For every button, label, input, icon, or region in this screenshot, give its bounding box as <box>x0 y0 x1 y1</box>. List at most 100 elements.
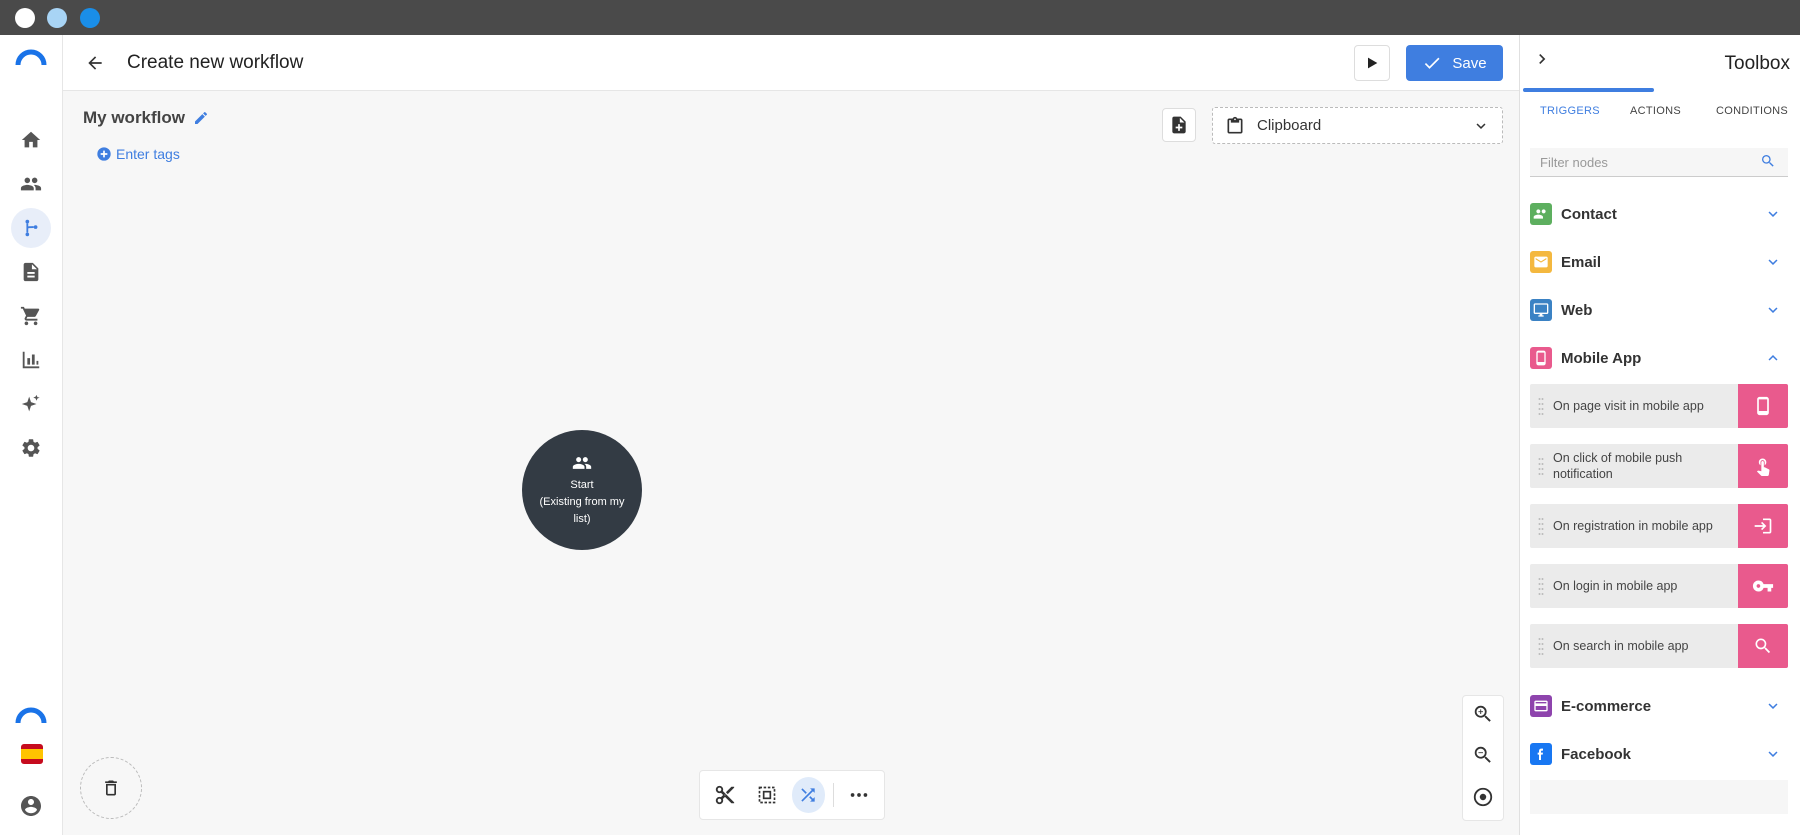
account-icon[interactable] <box>19 794 43 823</box>
trigger-node-push-click[interactable]: On click of mobile push notification <box>1530 444 1788 488</box>
category-mobile-app[interactable]: Mobile App <box>1530 344 1788 372</box>
nav-ai[interactable] <box>11 384 51 424</box>
active-tab-indicator <box>1523 88 1654 92</box>
filter-nodes-input[interactable]: Filter nodes <box>1530 148 1788 177</box>
nav-settings[interactable] <box>11 428 51 468</box>
pencil-icon[interactable] <box>193 110 209 126</box>
trigger-node-login[interactable]: On login in mobile app <box>1530 564 1788 608</box>
scissors-icon <box>715 785 735 805</box>
secondary-logo-icon[interactable] <box>15 705 47 730</box>
shuffle-icon <box>801 788 816 802</box>
tab-conditions[interactable]: CONDITIONS <box>1716 105 1788 117</box>
workflow-icon <box>25 219 38 237</box>
start-node[interactable]: Start (Existing from my list) <box>522 430 642 550</box>
home-icon <box>21 131 41 148</box>
toolbar-divider <box>833 783 835 807</box>
more-horizontal-icon <box>850 793 868 797</box>
trigger-node-label: On click of mobile push notification <box>1553 451 1683 481</box>
workflow-canvas[interactable]: My workflow Enter tags Clipboard Start (… <box>63 91 1519 835</box>
drag-handle-icon[interactable] <box>1538 397 1544 415</box>
zoom-in-icon <box>1474 705 1491 722</box>
chevron-down-icon <box>1768 211 1778 217</box>
gear-icon <box>22 439 40 457</box>
add-circle-icon <box>97 147 111 161</box>
facebook-category-icon <box>1530 743 1552 765</box>
category-contact[interactable]: Contact <box>1530 200 1788 228</box>
touch-icon <box>1738 444 1788 488</box>
window-close-dot[interactable] <box>15 8 35 28</box>
trigger-node-registration[interactable]: On registration in mobile app <box>1530 504 1788 548</box>
drag-handle-icon[interactable] <box>1538 637 1544 655</box>
bar-chart-icon <box>22 351 40 369</box>
note-add-icon <box>1172 116 1186 134</box>
tab-triggers[interactable]: TRIGGERS <box>1540 105 1600 117</box>
users-icon <box>572 456 592 469</box>
nav-documents[interactable] <box>11 252 51 292</box>
chevron-right-icon <box>1539 54 1546 64</box>
drag-handle-icon[interactable] <box>1538 517 1544 535</box>
toolbox-footer <box>1530 780 1788 814</box>
nav-ecommerce[interactable] <box>11 296 51 336</box>
back-button[interactable] <box>83 51 107 75</box>
test-run-button[interactable] <box>1354 45 1390 81</box>
category-email[interactable]: Email <box>1530 248 1788 276</box>
auto-layout-button[interactable] <box>791 777 826 813</box>
nav-workflows[interactable] <box>11 208 51 248</box>
chevron-down-icon <box>1768 307 1778 313</box>
category-email-label: Email <box>1561 253 1602 271</box>
trigger-node-label: On search in mobile app <box>1553 639 1689 653</box>
page-header: Create new workflow Save <box>63 35 1519 91</box>
play-icon <box>1368 57 1378 69</box>
save-button-label: Save <box>1452 54 1487 72</box>
trigger-node-label: On registration in mobile app <box>1553 519 1713 533</box>
smartphone-icon <box>1738 384 1788 428</box>
chevron-down-icon <box>1476 123 1486 129</box>
select-all-icon <box>758 786 775 804</box>
cut-button[interactable] <box>708 777 742 813</box>
page-title: Create new workflow <box>127 52 304 73</box>
trigger-node-page-visit[interactable]: On page visit in mobile app <box>1530 384 1788 428</box>
chevron-down-icon <box>1768 703 1778 709</box>
chevron-up-icon <box>1768 355 1778 361</box>
drag-handle-icon[interactable] <box>1538 577 1544 595</box>
toolbox-tabs: TRIGGERS ACTIONS CONDITIONS <box>1520 88 1800 130</box>
trigger-node-label: On page visit in mobile app <box>1553 399 1704 413</box>
brand-logo-icon[interactable] <box>15 47 47 72</box>
window-minimize-dot[interactable] <box>47 8 67 28</box>
left-navigation <box>0 35 63 835</box>
target-icon <box>1473 787 1493 806</box>
trash-icon <box>105 780 117 796</box>
category-facebook[interactable]: Facebook <box>1530 740 1788 768</box>
canvas-toolbar <box>699 770 885 820</box>
nav-reports[interactable] <box>11 340 51 380</box>
clipboard-select[interactable]: Clipboard <box>1212 107 1503 144</box>
category-web[interactable]: Web <box>1530 296 1788 324</box>
clipboard-label: Clipboard <box>1257 117 1322 134</box>
drag-handle-icon[interactable] <box>1538 457 1544 475</box>
add-note-button[interactable] <box>1162 108 1196 142</box>
nav-home[interactable] <box>11 120 51 160</box>
document-icon <box>23 262 39 282</box>
save-button[interactable]: Save <box>1406 45 1503 81</box>
contact-category-icon <box>1530 203 1552 225</box>
select-area-button[interactable] <box>750 777 784 813</box>
login-enter-icon <box>1738 504 1788 548</box>
chevron-down-icon <box>1768 259 1778 265</box>
window-maximize-dot[interactable] <box>80 8 100 28</box>
search-icon <box>1760 153 1776 174</box>
category-contact-label: Contact <box>1561 205 1617 223</box>
recenter-button[interactable] <box>1472 786 1494 813</box>
tab-actions[interactable]: ACTIONS <box>1630 105 1681 117</box>
more-options-button[interactable] <box>842 777 876 813</box>
spain-flag-icon[interactable] <box>21 744 43 764</box>
enter-tags-label: Enter tags <box>116 146 180 162</box>
nav-contacts[interactable] <box>11 164 51 204</box>
collapse-toolbox-button[interactable] <box>1532 49 1552 74</box>
zoom-in-button[interactable] <box>1472 703 1494 730</box>
zoom-out-button[interactable] <box>1472 744 1494 771</box>
check-icon <box>1425 57 1440 69</box>
category-ecommerce[interactable]: E-commerce <box>1530 692 1788 720</box>
delete-dropzone[interactable] <box>80 757 142 819</box>
enter-tags-link[interactable]: Enter tags <box>96 146 180 162</box>
trigger-node-search[interactable]: On search in mobile app <box>1530 624 1788 668</box>
